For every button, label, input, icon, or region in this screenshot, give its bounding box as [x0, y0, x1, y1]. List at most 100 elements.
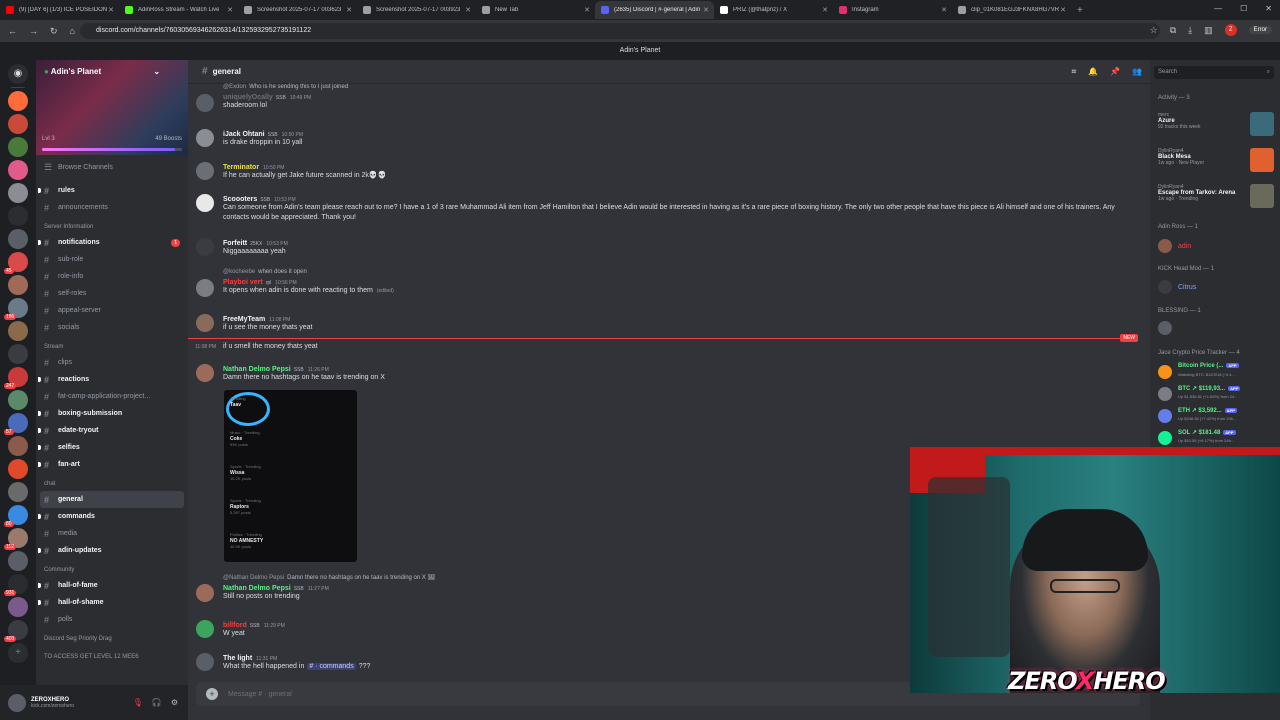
server-icon[interactable] — [8, 436, 28, 456]
crypto-bot-member[interactable]: SOL ↗ $181.48 APP Up $10.55 (+6.17%) from … — [1158, 429, 1274, 449]
chat-message[interactable]: Terminator 10:50 PM If he can actually get… — [196, 162, 1136, 181]
channel-fan-art[interactable]: # fan-art — [36, 456, 188, 473]
tab-close-icon[interactable]: ✕ — [227, 6, 233, 14]
channel-category[interactable]: TO ACCESS GET LEVEL 12 MEE6 — [36, 650, 188, 664]
channel-commands[interactable]: # commands — [36, 508, 188, 525]
sidepanel-icon[interactable]: ▥ — [1204, 25, 1213, 36]
channel-category[interactable]: Server Information — [36, 220, 188, 234]
channel-category[interactable]: Community — [36, 563, 188, 577]
chat-message[interactable]: @Exdon Who is he sending this to I just j… — [196, 84, 1136, 112]
pinned-icon[interactable]: 📌 — [1110, 67, 1120, 77]
tab-close-icon[interactable]: ✕ — [584, 6, 590, 14]
server-name[interactable]: ● Adin's Planet ⌄ — [44, 67, 160, 76]
avatar[interactable] — [196, 238, 214, 256]
avatar[interactable] — [196, 129, 214, 147]
author-name[interactable]: Playboi vert — [223, 279, 263, 286]
tab-close-icon[interactable]: ✕ — [941, 6, 947, 14]
chat-message[interactable]: FreeMyTeam 11:08 PM if u see the money tha… — [196, 314, 1136, 333]
channel-hall-of-shame[interactable]: # hall-of-shame — [36, 594, 188, 611]
server-icon[interactable] — [8, 597, 28, 617]
chat-message[interactable]: 11:08 PM if u smell the money thats yeat — [195, 342, 1136, 352]
user-avatar[interactable] — [8, 693, 26, 712]
channel-clips[interactable]: # clips — [36, 354, 188, 371]
server-icon[interactable]: 112 — [4, 528, 28, 550]
server-icon[interactable] — [8, 229, 28, 249]
browser-tab[interactable]: (9) [DAY 6] (1/3) ICE POSEIDON ✕ — [0, 1, 119, 19]
channel-role-info[interactable]: # role-info — [36, 268, 188, 285]
server-icon[interactable] — [8, 482, 28, 502]
profile-avatar[interactable]: Z — [1224, 24, 1237, 36]
boost-info[interactable]: Lvl 3 49 Boosts — [42, 136, 182, 142]
author-name[interactable]: Nathan Delmo Pepsi — [223, 366, 291, 373]
browser-tab[interactable]: Instagram ✕ — [833, 1, 952, 19]
activity-card[interactable]: DylinRyan4 Escape from Tarkov: Arena 1w ag… — [1158, 184, 1274, 208]
tab-close-icon[interactable]: ✕ — [1060, 6, 1066, 14]
channel-edate-tryout[interactable]: # edate-tryout — [36, 422, 188, 439]
channel-appeal-server[interactable]: # appeal-server — [36, 302, 188, 319]
chat-message[interactable]: @kocheebe when does it open Playboi vert rp… — [196, 269, 1136, 297]
channel-adin-updates[interactable]: # adin-updates — [36, 542, 188, 559]
reload-icon[interactable]: ↻ — [50, 26, 58, 37]
tab-close-icon[interactable]: ✕ — [108, 6, 114, 14]
minimize-icon[interactable]: — — [1214, 4, 1222, 13]
tab-close-icon[interactable]: ✕ — [346, 6, 352, 14]
close-window-icon[interactable]: ✕ — [1265, 4, 1272, 13]
channel-rules[interactable]: # rules — [36, 182, 188, 199]
channel-announcements[interactable]: # announcements — [36, 199, 188, 216]
activity-card[interactable]: merc Azure 92 tracks this week — [1158, 112, 1274, 136]
avatar[interactable] — [196, 653, 214, 671]
server-icon[interactable] — [8, 551, 28, 571]
author-name[interactable]: Terminator — [223, 164, 259, 171]
author-name[interactable]: iJack Ohtani — [223, 131, 265, 138]
channel-general[interactable]: # general — [40, 491, 184, 508]
author-name[interactable]: Forfeitt — [223, 240, 247, 247]
crypto-bot-member[interactable]: Bitcoin Price (... APP Watching BTC: $1200… — [1158, 363, 1274, 383]
member-adin[interactable]: adin — [1158, 239, 1191, 253]
server-icon[interactable]: 80 — [4, 505, 28, 527]
browser-tab[interactable]: New Tab ✕ — [476, 1, 595, 19]
search-input[interactable]: Search ⌕ — [1154, 66, 1274, 79]
crypto-bot-member[interactable]: BTC ↗ $119,93... APP Up $1,536.81 (+1.65%)… — [1158, 385, 1274, 405]
server-icon[interactable] — [8, 114, 28, 134]
crypto-bot-member[interactable]: ETH ↗ $3,592... APP Up $248.36 (+7.42%) fr… — [1158, 407, 1274, 427]
server-icon[interactable] — [8, 206, 28, 226]
member-citrus[interactable]: Citrus — [1158, 280, 1196, 294]
mute-mic-icon[interactable]: 🎙 — [133, 698, 143, 707]
server-icon[interactable]: 45 — [4, 252, 28, 274]
browse-channels[interactable]: ☰ Browse Channels — [36, 159, 188, 176]
channel-mention[interactable]: # · commands — [307, 663, 356, 670]
server-icon[interactable] — [8, 183, 28, 203]
channel-hall-of-fame[interactable]: # hall-of-fame — [36, 577, 188, 594]
member-blessing[interactable] — [1158, 321, 1178, 335]
server-icon[interactable]: 931 — [4, 574, 28, 596]
add-server-icon[interactable]: + — [8, 643, 28, 663]
chat-message[interactable]: Scoooters SSB 10:53 PM Can someone from Adi… — [196, 194, 1136, 223]
server-icon[interactable] — [8, 91, 28, 111]
activity-card[interactable]: DylinRyan4 Black Mesa 1w ago · New Player — [1158, 148, 1274, 172]
browser-tab[interactable]: PRIZ (@thatpriz) / X ✕ — [714, 1, 833, 19]
author-name[interactable]: billford — [223, 622, 247, 629]
server-icon[interactable] — [8, 321, 28, 341]
back-icon[interactable]: ← — [8, 26, 17, 36]
avatar[interactable] — [196, 194, 214, 212]
server-icon[interactable]: 57 — [4, 413, 28, 435]
channel-sub-role[interactable]: # sub-role — [36, 251, 188, 268]
tab-close-icon[interactable]: ✕ — [465, 6, 471, 14]
channel-media[interactable]: # media — [36, 525, 188, 542]
new-tab-icon[interactable]: + — [1077, 5, 1083, 16]
threads-icon[interactable]: ⌗ — [1072, 67, 1077, 77]
bookmark-star-icon[interactable]: ☆ — [1150, 25, 1158, 36]
home-icon[interactable]: ⌂ — [70, 26, 75, 36]
tab-close-icon[interactable]: ✕ — [703, 6, 709, 14]
server-icon[interactable] — [8, 160, 28, 180]
downloads-icon[interactable]: ⤓ — [1188, 25, 1192, 36]
server-icon[interactable] — [8, 275, 28, 295]
channel-category[interactable]: Discord Seg Priority Drag — [36, 632, 188, 646]
avatar[interactable] — [196, 314, 214, 332]
reply-preview[interactable]: @kocheebe when does it open — [223, 269, 1136, 275]
avatar[interactable] — [196, 279, 214, 297]
avatar[interactable] — [196, 364, 214, 382]
maximize-icon[interactable]: ☐ — [1240, 4, 1247, 13]
member-list-icon[interactable]: 👥 — [1132, 67, 1142, 77]
channel-reactions[interactable]: # reactions — [36, 371, 188, 388]
